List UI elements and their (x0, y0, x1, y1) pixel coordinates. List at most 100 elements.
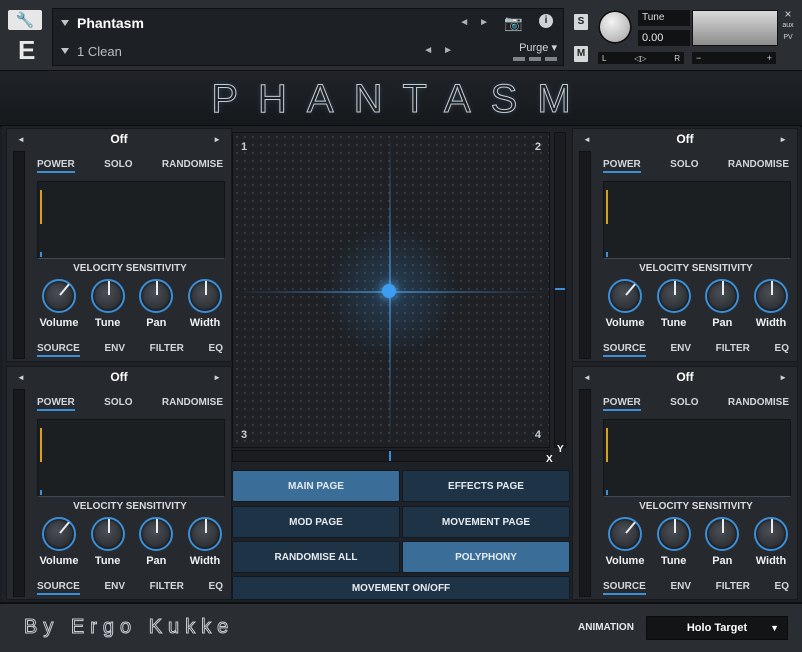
eq-tab[interactable]: EQ (775, 343, 789, 357)
polyphony-button[interactable]: POLYPHONY (402, 541, 570, 573)
volume-label: Volume (39, 317, 79, 329)
pan-knob[interactable] (705, 279, 740, 313)
pv-button[interactable]: PV (780, 32, 796, 44)
pan-knob[interactable] (139, 517, 174, 551)
movement-toggle-button[interactable]: MOVEMENT ON/OFF (232, 576, 570, 600)
main-page-button[interactable]: MAIN PAGE (232, 470, 400, 502)
randomise-all-button[interactable]: RANDOMISE ALL (232, 541, 400, 573)
filter-tab[interactable]: FILTER (716, 343, 750, 357)
purge-dropdown[interactable]: Purge ▾ (519, 41, 557, 54)
arrow-right-icon[interactable]: ► (779, 135, 787, 144)
pan-slider[interactable]: L ◁▷ R (598, 52, 684, 64)
power-tab[interactable]: POWER (603, 397, 641, 411)
env-tab[interactable]: ENV (670, 343, 691, 357)
arrow-right-icon[interactable]: ► (213, 373, 221, 382)
tune-knob[interactable] (90, 279, 125, 313)
footer: By Ergo Kukke ANIMATION Holo Target ▼ (0, 602, 802, 652)
volume-knob[interactable] (608, 517, 642, 551)
power-tab[interactable]: POWER (37, 397, 75, 411)
layer-level-strip[interactable] (13, 151, 25, 359)
tune-knob[interactable] (90, 517, 125, 551)
width-knob[interactable] (753, 517, 788, 551)
layer-top-tabs: POWER SOLO RANDOMISE (37, 397, 223, 411)
layer-selector[interactable]: ◄ Off ► (7, 367, 231, 387)
preset-nav-arrows[interactable]: ◄► (423, 45, 463, 56)
solo-tab[interactable]: SOLO (104, 159, 132, 173)
eq-tab[interactable]: EQ (775, 581, 789, 595)
corner-label-1: 1 (241, 141, 248, 153)
volume-knob[interactable] (42, 517, 76, 551)
pan-knob[interactable] (705, 517, 740, 551)
x-position-bar[interactable] (232, 450, 550, 462)
filter-tab[interactable]: FILTER (150, 581, 184, 595)
layer-selector[interactable]: ◄ Off ► (7, 129, 231, 149)
env-tab[interactable]: ENV (104, 343, 125, 357)
wrench-icon[interactable]: 🔧 (8, 10, 42, 30)
width-knob[interactable] (187, 517, 222, 551)
volume-knob[interactable] (608, 279, 642, 313)
env-tab[interactable]: ENV (670, 581, 691, 595)
width-knob[interactable] (753, 279, 788, 313)
xy-cursor[interactable] (382, 284, 396, 298)
camera-icon[interactable]: 📷 (504, 14, 523, 32)
layer-top-tabs: POWER SOLO RANDOMISE (603, 397, 789, 411)
xy-pad[interactable]: 1 2 3 4 (232, 132, 550, 448)
instrument-name[interactable]: Phantasm (77, 15, 144, 31)
solo-tab[interactable]: SOLO (670, 159, 698, 173)
power-tab[interactable]: POWER (37, 159, 75, 173)
filter-tab[interactable]: FILTER (150, 343, 184, 357)
output-meter (692, 10, 778, 46)
instrument-nav-arrows[interactable]: ◄► (459, 17, 499, 28)
arrow-right-icon[interactable]: ► (213, 135, 221, 144)
randomise-tab[interactable]: RANDOMISE (162, 159, 223, 173)
power-tab[interactable]: POWER (603, 159, 641, 173)
randomise-tab[interactable]: RANDOMISE (162, 397, 223, 411)
arrow-left-icon[interactable]: ◄ (583, 373, 591, 382)
chevron-down-icon[interactable] (61, 20, 69, 26)
source-tab[interactable]: SOURCE (37, 343, 80, 357)
chevron-down-icon[interactable] (61, 48, 69, 54)
info-icon[interactable]: i (539, 14, 553, 28)
volume-slider[interactable]: − + (692, 52, 776, 64)
layer-selector[interactable]: ◄ Off ► (573, 367, 797, 387)
author-byline: By Ergo Kukke (23, 616, 235, 639)
randomise-tab[interactable]: RANDOMISE (728, 159, 789, 173)
y-axis-label: Y (557, 444, 564, 455)
master-tune-knob[interactable] (598, 10, 632, 44)
solo-button[interactable]: S (574, 14, 588, 30)
source-tab[interactable]: SOURCE (603, 343, 646, 357)
layer-selector[interactable]: ◄ Off ► (573, 129, 797, 149)
mod-page-button[interactable]: MOD PAGE (232, 506, 400, 538)
volume-knob[interactable] (42, 279, 76, 313)
layer-level-strip[interactable] (13, 389, 25, 597)
layer-level-strip[interactable] (579, 389, 591, 597)
width-knob[interactable] (187, 279, 222, 313)
arrow-right-icon[interactable]: ► (779, 373, 787, 382)
source-tab[interactable]: SOURCE (603, 581, 646, 595)
eq-tab[interactable]: EQ (209, 581, 223, 595)
effects-page-button[interactable]: EFFECTS PAGE (402, 470, 570, 502)
env-tab[interactable]: ENV (104, 581, 125, 595)
tune-value[interactable]: 0.00 (638, 30, 690, 46)
filter-tab[interactable]: FILTER (716, 581, 750, 595)
eq-tab[interactable]: EQ (209, 343, 223, 357)
aux-button[interactable]: aux (780, 20, 796, 32)
animation-select[interactable]: Holo Target ▼ (646, 616, 788, 640)
pan-center-label: ◁▷ (634, 53, 647, 63)
arrow-left-icon[interactable]: ◄ (17, 135, 25, 144)
mute-button[interactable]: M (574, 46, 588, 62)
solo-tab[interactable]: SOLO (104, 397, 132, 411)
tune-knob[interactable] (656, 517, 691, 551)
arrow-left-icon[interactable]: ◄ (17, 373, 25, 382)
preset-name[interactable]: 1 Clean (77, 44, 122, 59)
tune-knob[interactable] (656, 279, 691, 313)
movement-page-button[interactable]: MOVEMENT PAGE (402, 506, 570, 538)
close-icon[interactable]: × (780, 8, 796, 20)
solo-tab[interactable]: SOLO (670, 397, 698, 411)
randomise-tab[interactable]: RANDOMISE (728, 397, 789, 411)
source-tab[interactable]: SOURCE (37, 581, 80, 595)
y-position-bar[interactable] (554, 132, 566, 448)
arrow-left-icon[interactable]: ◄ (583, 135, 591, 144)
pan-knob[interactable] (139, 279, 174, 313)
layer-level-strip[interactable] (579, 151, 591, 359)
